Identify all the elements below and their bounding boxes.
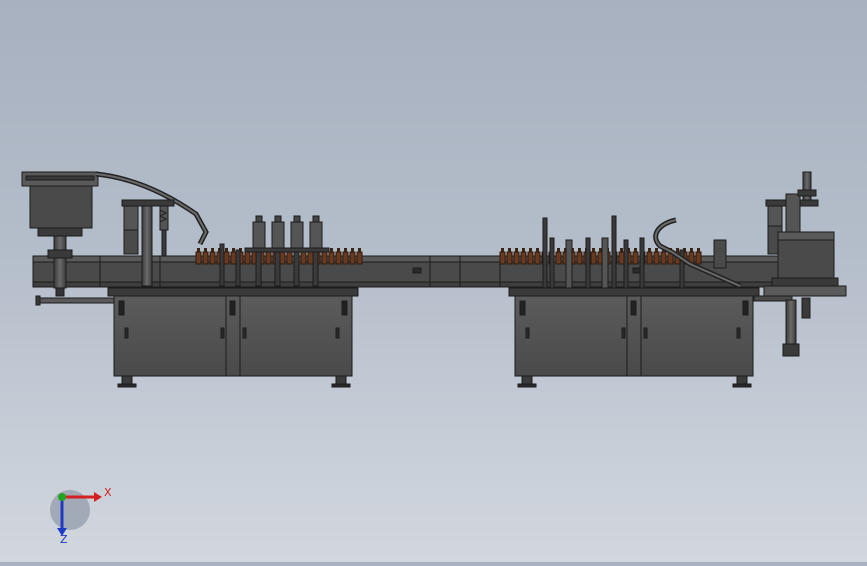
- bottle-neck: [578, 248, 581, 252]
- bottle: [279, 251, 286, 265]
- bottle: [230, 251, 237, 265]
- bottle: [520, 251, 527, 265]
- bottle-neck: [529, 248, 532, 252]
- bottle-neck: [522, 248, 525, 252]
- bottle-neck: [592, 248, 595, 252]
- bottle: [335, 251, 342, 265]
- bottle: [660, 251, 667, 265]
- bottle: [506, 251, 513, 265]
- bottle-neck: [337, 248, 340, 252]
- coordinate-triad-icon: X Z: [50, 486, 112, 546]
- bottle-neck: [536, 248, 539, 252]
- bottle: [534, 251, 541, 265]
- bottle: [328, 251, 335, 265]
- bottle: [286, 251, 293, 265]
- bottle-neck: [351, 248, 354, 252]
- bottle: [307, 251, 314, 265]
- bottle-neck: [204, 248, 207, 252]
- bottle: [632, 251, 639, 265]
- bottle-neck: [697, 248, 700, 252]
- y-axis-dot: [58, 493, 66, 501]
- bottle-neck: [634, 248, 637, 252]
- bottle: [646, 251, 653, 265]
- bottle: [244, 251, 251, 265]
- bottle: [209, 251, 216, 265]
- left-cabinet: [107, 287, 359, 388]
- right-cabinet: [508, 287, 760, 388]
- filling-line-model[interactable]: X Z: [0, 0, 867, 562]
- cad-viewport[interactable]: X Z: [0, 0, 867, 562]
- bottle: [300, 251, 307, 265]
- bottle-neck: [197, 248, 200, 252]
- bottle-neck: [557, 248, 560, 252]
- bottle-neck: [225, 248, 228, 252]
- bottle-neck: [655, 248, 658, 252]
- bottle-neck: [508, 248, 511, 252]
- bottle: [195, 251, 202, 265]
- bottle-neck: [358, 248, 361, 252]
- bottle: [695, 251, 702, 265]
- bottle: [653, 251, 660, 265]
- bottle: [223, 251, 230, 265]
- bottle-neck: [515, 248, 518, 252]
- filling-heads-left: [219, 215, 330, 287]
- bottle: [576, 251, 583, 265]
- bottle-neck: [501, 248, 504, 252]
- bottle: [555, 251, 562, 265]
- x-axis-arrow-head: [94, 492, 102, 502]
- bottle: [202, 251, 209, 265]
- bottle: [527, 251, 534, 265]
- bottle-neck: [676, 248, 679, 252]
- bottle: [349, 251, 356, 265]
- bottle-neck: [648, 248, 651, 252]
- bottle: [618, 251, 625, 265]
- bottle: [590, 251, 597, 265]
- bottle-neck: [620, 248, 623, 252]
- bottle-neck: [344, 248, 347, 252]
- bottle-neck: [232, 248, 235, 252]
- bottle-neck: [211, 248, 214, 252]
- bottle: [513, 251, 520, 265]
- bottle-neck: [690, 248, 693, 252]
- outfeed-rod: [35, 295, 115, 306]
- bottle: [499, 251, 506, 265]
- bottle-neck: [330, 248, 333, 252]
- x-axis-label: X: [104, 486, 112, 499]
- bottle: [356, 251, 363, 265]
- bottle: [321, 251, 328, 265]
- z-axis-label: Z: [60, 533, 68, 546]
- bottle: [342, 251, 349, 265]
- bottle: [265, 251, 272, 265]
